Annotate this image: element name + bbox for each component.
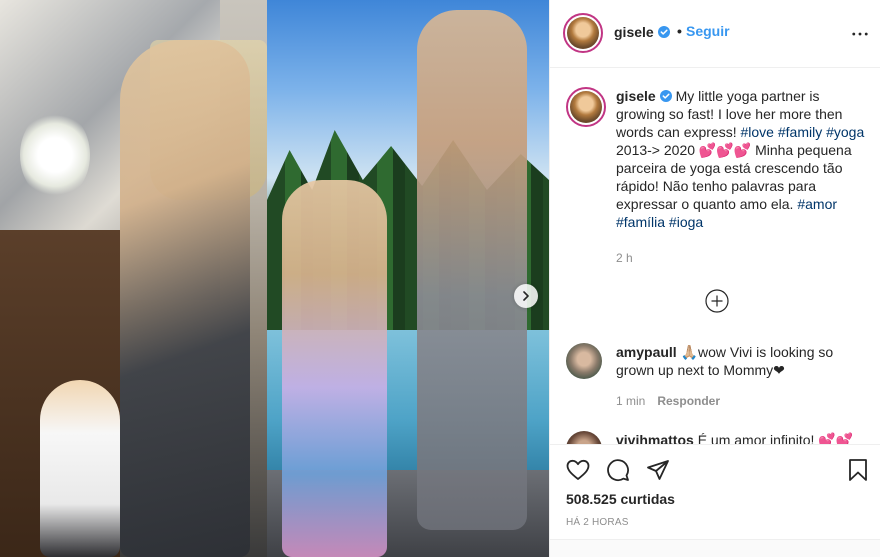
plus-circle-icon [705,289,729,313]
comment-icon [607,459,629,482]
save-button[interactable] [845,457,871,483]
likes-count[interactable]: 508.525 curtidas [566,491,675,507]
header-separator: • [677,23,682,39]
comment-content: É um amor infinito! 💕💕 [697,432,854,444]
hashtag-yoga[interactable]: #yoga [826,124,864,140]
share-button[interactable] [645,457,671,483]
heart-icon [566,459,590,480]
caption-text: gisele My little yoga partner is growing… [616,87,866,231]
caption-timestamp: 2 h [616,251,633,265]
follow-button[interactable]: Seguir [686,23,730,39]
commenter-username[interactable]: vivihmattos [616,432,694,444]
hashtag-family[interactable]: #family [778,124,822,140]
post-media-carousel[interactable] [0,0,549,557]
caption-username[interactable]: gisele [616,88,656,104]
photo-indoor-yoga [0,0,267,557]
load-more-comments-button[interactable] [705,289,729,313]
caption-comment: gisele My little yoga partner is growing… [566,87,866,287]
commenter-avatar[interactable] [566,431,602,444]
chevron-right-icon [523,291,529,301]
comment-text: vivihmattos É um amor infinito! 💕💕 [616,431,866,444]
hashtag-ioga[interactable]: #ioga [669,214,703,230]
child-figure [40,380,120,557]
comment-timestamp: 1 min [616,394,646,408]
carousel-next-button[interactable] [514,284,538,308]
author-avatar[interactable] [563,13,603,53]
like-button[interactable] [565,457,591,483]
verified-badge-icon [657,26,670,38]
more-options-button[interactable] [851,25,869,43]
commenter-avatar[interactable] [566,343,602,379]
verified-badge-icon [659,90,672,102]
author-username[interactable]: gisele [614,24,654,40]
post-timestamp: HÁ 2 HORAS [566,517,629,528]
comment-item: amypaull 🙏🏼wow Vivi is looking so grown … [566,343,866,423]
comment-item: vivihmattos É um amor infinito! 💕💕 [566,431,866,444]
comments-list[interactable]: gisele My little yoga partner is growing… [550,69,880,444]
bookmark-icon [849,459,867,481]
child-figure [282,180,387,557]
author-username-row: gisele [614,24,670,40]
orchid-plant [20,110,90,200]
author-avatar[interactable] [566,87,606,127]
more-options-icon [852,32,868,36]
adult-figure [120,40,250,557]
instagram-post: gisele • Seguir gisele My little yoga pa… [0,0,880,557]
commenter-username[interactable]: amypaull [616,344,677,360]
post-sidebar: gisele • Seguir gisele My little yoga pa… [549,0,880,557]
paper-plane-icon [647,460,669,480]
reply-button[interactable]: Responder [657,394,720,408]
photo-outdoor-yoga [267,0,549,557]
hashtag-familia[interactable]: #família [616,214,665,230]
comment-button[interactable] [605,457,631,483]
comment-meta: 1 min Responder [616,394,720,408]
adult-figure [417,10,527,530]
add-comment-area[interactable] [550,539,880,557]
hashtag-amor[interactable]: #amor [797,196,837,212]
hashtag-love[interactable]: #love [741,124,774,140]
comment-text: amypaull 🙏🏼wow Vivi is looking so grown … [616,343,866,379]
post-header: gisele • Seguir [550,0,880,68]
